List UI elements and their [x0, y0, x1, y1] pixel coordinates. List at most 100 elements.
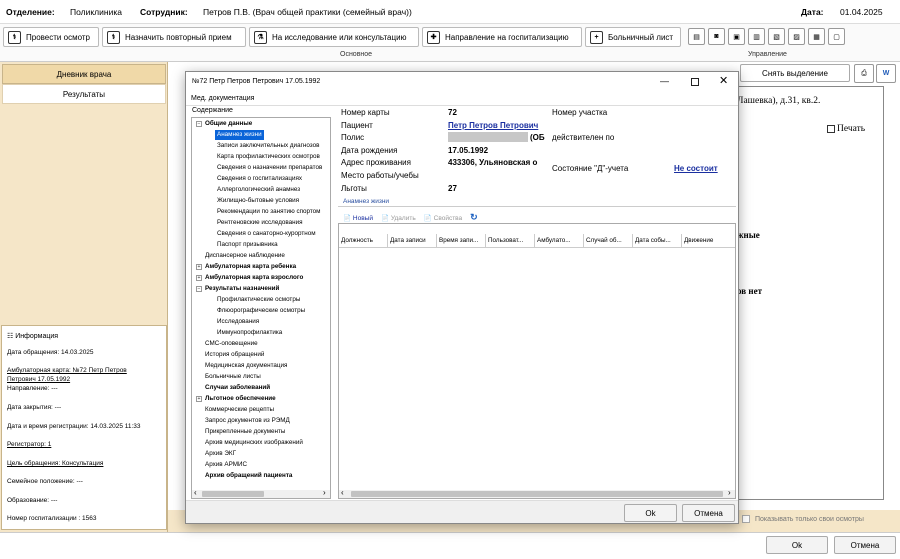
tree-item-sport[interactable]: Рекомендации по занятию спортом	[217, 207, 321, 217]
deselect-button[interactable]: Снять выделение	[740, 64, 850, 82]
dialog-ok-button[interactable]: Ok	[624, 504, 677, 522]
tree-item-life-anamnesis[interactable]: Анамнез жизни	[215, 130, 264, 140]
tree-item-med-docs[interactable]: Медицинская документация	[205, 361, 287, 371]
repeat-appointment-button[interactable]: ⚕ Назначить повторный прием	[102, 27, 246, 47]
tree-hscrollbar[interactable]: ‹ ›	[192, 488, 330, 498]
info-purpose[interactable]: Цель обращения: Консультация	[7, 460, 103, 467]
info-registrar[interactable]: Регистратор: 1	[7, 441, 51, 448]
tree-item-allergy[interactable]: Аллергологический анамнез	[217, 185, 300, 195]
bag-icon[interactable]: ▣	[728, 28, 745, 45]
tree-item-research[interactable]: Исследования	[217, 317, 259, 327]
sick-leave-button[interactable]: + Больничный лист	[585, 27, 681, 47]
tree-item-living-conditions[interactable]: Жилищно-бытовые условия	[217, 196, 299, 206]
printer-icon[interactable]: ⎙	[854, 64, 874, 83]
info-title: ☷ Информация	[7, 333, 59, 340]
tree-item-visit-history[interactable]: История обращений	[205, 350, 264, 360]
column-header[interactable]: Время запи...	[437, 234, 486, 248]
close-icon[interactable]: ✕	[719, 74, 728, 87]
policy-redacted	[448, 132, 528, 142]
tree-item-cases[interactable]: Случаи заболеваний	[205, 383, 270, 393]
dialog-cancel-button[interactable]: Отмена	[682, 504, 735, 522]
tab-results[interactable]: Результаты	[2, 84, 166, 104]
print-checkbox[interactable]: Печать	[827, 124, 865, 134]
tree-item-prophylactic-exams[interactable]: Профилактические осмотры	[217, 295, 300, 305]
tree-item-image-archive[interactable]: Архив медицинских изображений	[205, 438, 303, 448]
certificate-icon[interactable]: ▨	[788, 28, 805, 45]
delete-button[interactable]: 📄 Удалить	[381, 214, 416, 222]
tree-item-commercial-recipes[interactable]: Коммерческие рецепты	[205, 405, 274, 415]
chat-icon[interactable]: ▧	[768, 28, 785, 45]
maximize-icon[interactable]	[691, 78, 699, 86]
tree-item-sick-lists[interactable]: Больничные листы	[205, 372, 261, 382]
hospitalization-button[interactable]: ✚ Направление на госпитализацию	[422, 27, 582, 47]
tree-item-drug-prescriptions[interactable]: Сведения о назначении препаратов	[217, 163, 322, 173]
tree-item-attached-docs[interactable]: Прикрепленные документы	[205, 427, 285, 437]
scroll-left-icon[interactable]: ‹	[341, 488, 344, 497]
show-own-checkbox[interactable]: Показывать только свои осмотры	[742, 515, 864, 523]
minimize-icon[interactable]: —	[660, 76, 669, 86]
grid-hscrollbar[interactable]: ‹ ›	[339, 488, 735, 498]
tree-item-final-diagnoses[interactable]: Записи заключительных диагнозов	[217, 141, 319, 151]
column-header[interactable]: Дата собы...	[633, 234, 682, 248]
column-header[interactable]: Должность	[339, 234, 388, 248]
scroll-right-icon[interactable]: ›	[728, 488, 731, 497]
column-header[interactable]: Движение	[682, 234, 735, 248]
tree-item-dispensary[interactable]: Диспансерное наблюдение	[205, 251, 285, 261]
research-consult-button[interactable]: ⚗ На исследование или консультацию	[249, 27, 419, 47]
tree-item-immuno[interactable]: Иммунопрофилактика	[217, 328, 282, 338]
column-header[interactable]: Пользоват...	[486, 234, 535, 248]
tree-item-fluoro[interactable]: Флюорографические осмотры	[217, 306, 305, 316]
column-header[interactable]: Амбулато...	[535, 234, 584, 248]
tree-item-xray[interactable]: Рентгеновские исследования	[217, 218, 303, 228]
cancel-button[interactable]: Отмена	[834, 536, 896, 554]
tree-item-armis-archive[interactable]: Архив АРМИС	[205, 460, 247, 470]
info-card-link-2[interactable]: Петрович 17.05.1992	[7, 376, 70, 383]
scroll-thumb[interactable]	[351, 491, 723, 497]
tree-item-remd-request[interactable]: Запрос документов из РЭМД	[205, 416, 290, 426]
tree-item-sms[interactable]: СМС-оповещение	[205, 339, 258, 349]
patient-link[interactable]: Петр Петров Петрович	[448, 121, 548, 130]
scroll-left-icon[interactable]: ‹	[194, 488, 197, 497]
properties-button[interactable]: 📄 Свойства	[424, 214, 462, 222]
expand-toggle[interactable]: +	[196, 396, 202, 402]
new-button[interactable]: 📄 Новый	[343, 214, 373, 222]
tree-item-hospitalizations[interactable]: Сведения о госпитализациях	[217, 174, 302, 184]
expand-toggle[interactable]: +	[196, 275, 202, 281]
grid-toolbar: 📄 Новый 📄 Удалить 📄 Свойства ↻	[343, 212, 478, 223]
column-header[interactable]: Случай об...	[584, 234, 633, 248]
file-icon[interactable]: ▢	[828, 28, 845, 45]
tree-item-sanatorium[interactable]: Сведения о санаторно-курортном	[217, 229, 316, 239]
doc-address: Лашевка), д.31, кв.2.	[737, 96, 821, 106]
doc-list-icon[interactable]: ▤	[688, 28, 705, 45]
scroll-right-icon[interactable]: ›	[323, 488, 326, 497]
tree-item-general[interactable]: Общие данные	[205, 119, 252, 129]
show-own-label: Показывать только свои осмотры	[755, 515, 864, 523]
scroll-thumb[interactable]	[202, 491, 264, 497]
tree-item-benefits[interactable]: Льготное обеспечение	[205, 394, 276, 404]
tree-item-ecg-archive[interactable]: Архив ЭКГ	[205, 449, 236, 459]
refresh-icon[interactable]: ↻	[470, 212, 478, 223]
dialog-titlebar: №72 Петр Петров Петрович 17.05.1992 — ✕	[186, 72, 738, 92]
tree-item-child-card[interactable]: Амбулаторная карта ребенка	[205, 262, 296, 272]
ok-button[interactable]: Ok	[766, 536, 828, 554]
column-header[interactable]: Дата записи	[388, 234, 437, 248]
tree-item-adult-card[interactable]: Амбулаторная карта взрослого	[205, 273, 303, 283]
info-card-link[interactable]: Амбулаторная карта: №72 Петр Петров	[7, 367, 127, 374]
tree-item-results[interactable]: Результаты назначений	[205, 284, 279, 294]
tree-item-prophylactic-card[interactable]: Карта профилактических осмотров	[217, 152, 320, 162]
stethoscope-icon: ⚕	[107, 30, 120, 44]
tree-item-conscript-passport[interactable]: Паспорт призывника	[217, 240, 278, 250]
word-icon[interactable]: W	[876, 64, 896, 83]
collapse-toggle[interactable]: −	[196, 286, 202, 292]
tab-doctor-diary[interactable]: Дневник врача	[2, 64, 166, 84]
conduct-exam-button[interactable]: ⚕ Провести осмотр	[3, 27, 99, 47]
d-state-link[interactable]: Не состоит	[674, 164, 718, 173]
camera-icon[interactable]: ◙	[708, 28, 725, 45]
left-panel: Дневник врача Результаты ☷ Информация Да…	[0, 62, 168, 532]
collapse-toggle[interactable]: −	[196, 121, 202, 127]
expand-toggle[interactable]: +	[196, 264, 202, 270]
report-icon[interactable]: ▥	[748, 28, 765, 45]
library-icon[interactable]: ▦	[808, 28, 825, 45]
dialog-menu[interactable]: Мед. документация	[191, 95, 254, 102]
tree-item-patient-visits-archive[interactable]: Архив обращений пациента	[205, 471, 292, 481]
